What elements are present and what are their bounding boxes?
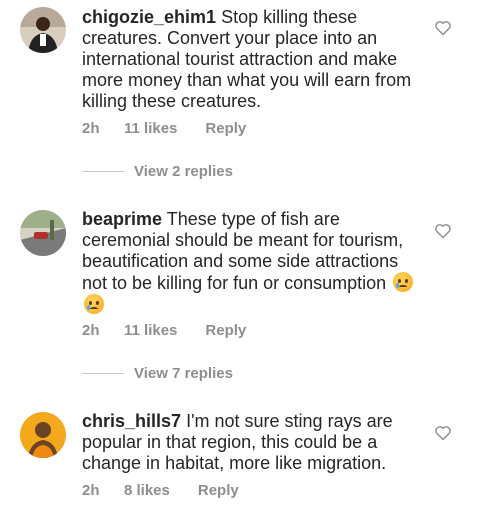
comment-time: 2h bbox=[82, 120, 100, 137]
comment-username[interactable]: chris_hills7 bbox=[82, 411, 181, 431]
reply-button[interactable]: Reply bbox=[205, 120, 246, 137]
view-replies-label: View 7 replies bbox=[134, 365, 233, 382]
comment-likes[interactable]: 8 likes bbox=[124, 482, 170, 499]
reply-button[interactable]: Reply bbox=[198, 482, 239, 499]
reply-button[interactable]: Reply bbox=[205, 322, 246, 339]
comment-likes[interactable]: 11 likes bbox=[124, 120, 177, 137]
comment-time: 2h bbox=[82, 482, 100, 499]
comment-text: chigozie_ehim1 Stop killing these creatu… bbox=[82, 7, 422, 112]
heart-outline-icon[interactable] bbox=[434, 425, 452, 441]
view-replies-label: View 2 replies bbox=[134, 163, 233, 180]
heart-outline-icon[interactable] bbox=[434, 20, 452, 36]
view-replies-button[interactable]: View 2 replies bbox=[82, 163, 233, 180]
comment-meta: 2h 8 likes Reply bbox=[82, 482, 239, 499]
avatar[interactable] bbox=[20, 210, 66, 256]
comment-time: 2h bbox=[82, 322, 100, 339]
avatar[interactable] bbox=[20, 412, 66, 458]
comment-username[interactable]: beaprime bbox=[82, 209, 162, 229]
crying-face-icon bbox=[393, 272, 414, 292]
avatar-image bbox=[20, 412, 66, 458]
divider bbox=[82, 171, 124, 172]
heart-outline-icon[interactable] bbox=[434, 223, 452, 239]
comment-likes[interactable]: 11 likes bbox=[124, 322, 177, 339]
comment-meta: 2h 11 likes Reply bbox=[82, 120, 246, 137]
avatar-image bbox=[20, 7, 66, 53]
view-replies-button[interactable]: View 7 replies bbox=[82, 365, 233, 382]
comment-meta: 2h 11 likes Reply bbox=[82, 322, 246, 339]
avatar-image bbox=[20, 210, 66, 256]
divider bbox=[82, 373, 124, 374]
crying-face-icon bbox=[84, 294, 104, 314]
comment-username[interactable]: chigozie_ehim1 bbox=[82, 7, 216, 27]
comment-text: chris_hills7 I'm not sure sting rays are… bbox=[82, 411, 422, 474]
comment-text: beaprime These type of fish are ceremoni… bbox=[82, 209, 422, 316]
avatar[interactable] bbox=[20, 7, 66, 53]
